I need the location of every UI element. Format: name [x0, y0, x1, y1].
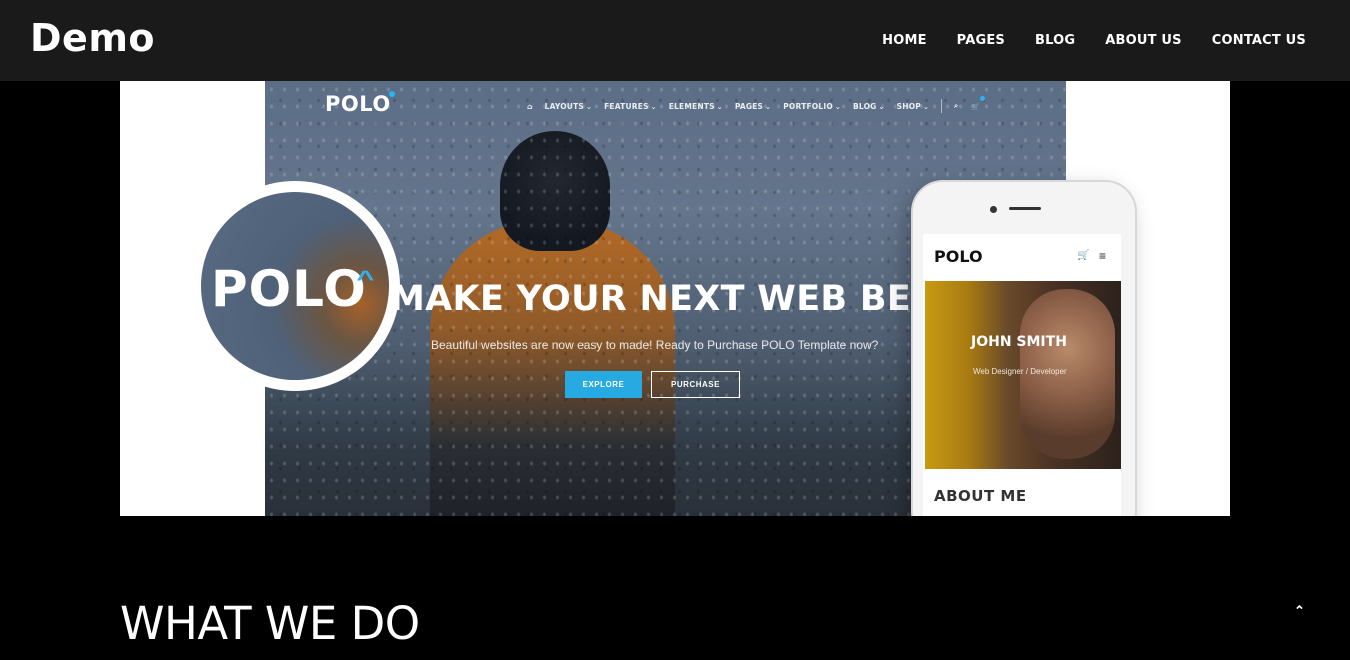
template-nav-layouts: LAYOUTS ⌄: [544, 101, 593, 111]
caret-up-icon: ^: [356, 266, 375, 291]
template-nav-shop: SHOP ⌄: [896, 101, 930, 111]
phone-camera: [990, 206, 997, 213]
template-logo: POLO: [325, 91, 395, 116]
nav-contact-us[interactable]: CONTACT US: [1212, 33, 1306, 48]
cart-icon: 🛒: [1077, 250, 1090, 261]
nav-pages[interactable]: PAGES: [957, 33, 1005, 48]
hero-image: POLO ⌂ LAYOUTS ⌄ FEATURES ⌄ ELEMENTS ⌄ PAGE…: [120, 81, 1230, 516]
search-icon: ⌕: [954, 101, 959, 110]
explore-button: EXPLORE: [565, 371, 642, 398]
profile-name: JOHN SMITH: [971, 334, 1067, 350]
hamburger-menu-icon: ≡: [1099, 249, 1107, 263]
cart-icon: 🛒: [970, 95, 985, 111]
chevron-up-icon[interactable]: ⌃: [1294, 603, 1305, 619]
template-nav: ⌂ LAYOUTS ⌄ FEATURES ⌄ ELEMENTS ⌄ PAGES ⌄ PO…: [527, 95, 985, 113]
phone-logo: POLO: [934, 247, 983, 266]
purchase-button: PURCHASE: [651, 371, 740, 398]
nav-home[interactable]: HOME: [882, 33, 927, 48]
hero-subtext: Beautiful websites are now easy to made!…: [431, 338, 879, 352]
home-icon: ⌂: [527, 101, 533, 111]
zoom-logo-text: POLO: [211, 260, 367, 318]
nav-divider: [941, 99, 943, 113]
template-nav-blog: BLOG ⌄: [852, 101, 885, 111]
phone-mockup: POLO 🛒 ≡ JOHN SMITH Web Designer / Devel…: [911, 180, 1137, 516]
phone-screen: POLO 🛒 ≡ JOHN SMITH Web Designer / Devel…: [923, 234, 1121, 516]
template-nav-pages: PAGES ⌄: [734, 101, 772, 111]
nav-about-us[interactable]: ABOUT US: [1105, 33, 1182, 48]
main-nav: HOME PAGES BLOG ABOUT US CONTACT US: [882, 33, 1306, 48]
template-nav-elements: ELEMENTS ⌄: [668, 101, 723, 111]
brand-logo[interactable]: Demo: [30, 16, 155, 60]
phone-profile-photo: JOHN SMITH Web Designer / Developer: [925, 281, 1121, 469]
template-nav-portfolio: PORTFOLIO ⌄: [783, 101, 841, 111]
logo-zoom-inner: POLO ^: [201, 192, 389, 380]
nav-blog[interactable]: BLOG: [1035, 33, 1075, 48]
about-me-heading: ABOUT ME: [934, 487, 1027, 505]
profile-role: Web Designer / Developer: [973, 367, 1067, 376]
site-header: Demo HOME PAGES BLOG ABOUT US CONTACT US: [0, 0, 1350, 81]
template-nav-features: FEATURES ⌄: [604, 101, 657, 111]
section-title: WHAT WE DO: [120, 597, 420, 650]
phone-speaker: [1009, 207, 1041, 210]
logo-zoom-badge: POLO ^: [190, 181, 400, 391]
